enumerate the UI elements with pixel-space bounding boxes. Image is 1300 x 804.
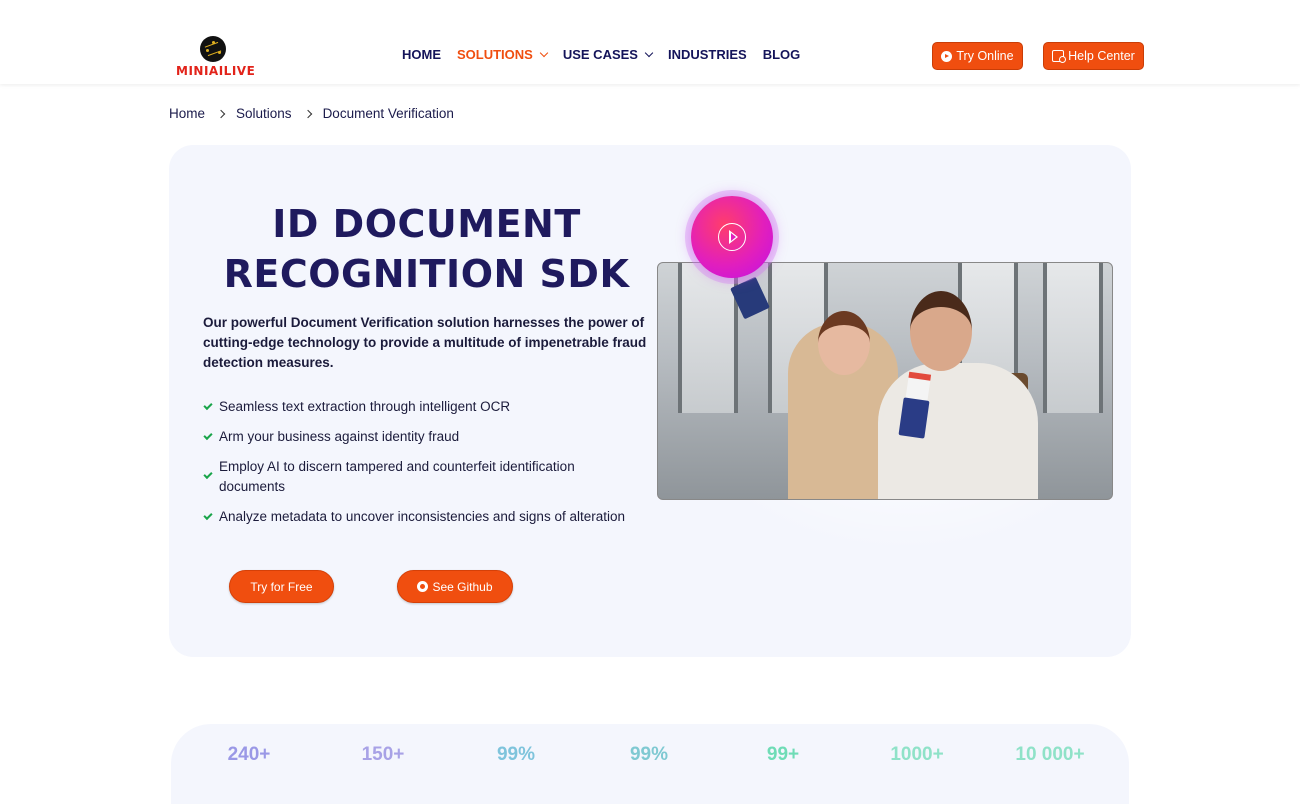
stat-value: 150+ [361,744,405,765]
feature-item: Employ AI to discern tampered and counte… [203,457,663,497]
nav-item-label: SOLUTIONS [457,47,533,62]
feature-item: Analyze metadata to uncover inconsistenc… [203,507,663,527]
breadcrumb-home[interactable]: Home [169,106,205,121]
help-center-label: Help Center [1068,49,1135,63]
check-icon [203,510,213,521]
check-icon [203,469,213,480]
image-head-right [910,291,972,371]
see-github-label: See Github [432,579,493,594]
try-for-free-label: Try for Free [250,579,313,594]
nav-item-label: BLOG [762,47,801,62]
stat-value: 99% [629,744,669,765]
hero-card: ID DOCUMENT RECOGNITION SDK Our powerful… [169,145,1131,657]
feature-item: Arm your business against identity fraud [203,427,663,447]
feature-text: Employ AI to discern tampered and counte… [219,459,575,494]
image-passport [898,397,930,439]
title-line-1: ID DOCUMENT [272,202,581,246]
logo-globe-icon [200,36,226,62]
chevron-down-icon [644,48,654,57]
nav-item-label: HOME [402,47,441,62]
title-line-2: RECOGNITION SDK [223,252,630,296]
breadcrumb: Home Solutions Document Verification [169,106,454,121]
image-head-left [818,311,870,375]
check-icon [203,400,213,411]
feature-text: Arm your business against identity fraud [219,429,460,444]
stat-value: 99% [496,744,536,765]
nav-item-industries[interactable]: INDUSTRIES [668,47,747,62]
main-nav: HOME SOLUTIONS USE CASES INDUSTRIES BLOG [402,47,816,62]
nav-item-use-cases[interactable]: USE CASES [562,47,654,62]
hero-description: Our powerful Document Verification solut… [203,315,647,370]
play-icon [729,230,738,244]
chevron-right-icon [303,109,312,118]
help-center-button[interactable]: Help Center [1043,42,1144,70]
nav-item-blog[interactable]: BLOG [763,47,801,62]
nav-item-solutions[interactable]: SOLUTIONS [457,47,549,62]
breadcrumb-current: Document Verification [322,106,454,121]
site-header: MINIAILIVE HOME SOLUTIONS USE CASES INDU… [0,0,1300,84]
feature-list: Seamless text extraction through intelli… [203,397,663,537]
check-icon [203,430,213,441]
stat-value: 240+ [227,744,271,765]
breadcrumb-solutions[interactable]: Solutions [236,106,292,121]
document-search-icon [1052,50,1067,63]
stat-value: 99+ [766,744,800,765]
feature-text: Seamless text extraction through intelli… [219,399,511,414]
page-title: ID DOCUMENT RECOGNITION SDK [199,199,654,299]
chevron-down-icon [539,48,549,57]
stats-strip: 240+ 150+ 99% 99% 99+ 1000+ 10 000+ [171,724,1129,804]
try-for-free-button[interactable]: Try for Free [229,570,334,603]
image-window [678,263,738,413]
nav-item-label: INDUSTRIES [667,47,747,62]
feature-item: Seamless text extraction through intelli… [203,397,663,417]
play-circle-icon [941,50,953,62]
github-icon [417,581,429,592]
brand-logo[interactable]: MINIAILIVE [174,34,256,80]
nav-item-label: USE CASES [562,47,638,62]
logo-text: MINIAILIVE [176,64,256,78]
stat-value: 10 000+ [1015,744,1085,765]
image-window [1043,263,1103,413]
stat-value: 1000+ [890,744,944,765]
chevron-right-icon [216,109,226,118]
hero-image [657,262,1113,500]
video-play-button[interactable] [691,196,773,278]
try-online-button[interactable]: Try Online [932,42,1023,70]
see-github-button[interactable]: See Github [397,570,513,603]
nav-item-home[interactable]: HOME [402,47,441,62]
try-online-label: Try Online [956,49,1014,63]
feature-text: Analyze metadata to uncover inconsistenc… [219,509,625,524]
